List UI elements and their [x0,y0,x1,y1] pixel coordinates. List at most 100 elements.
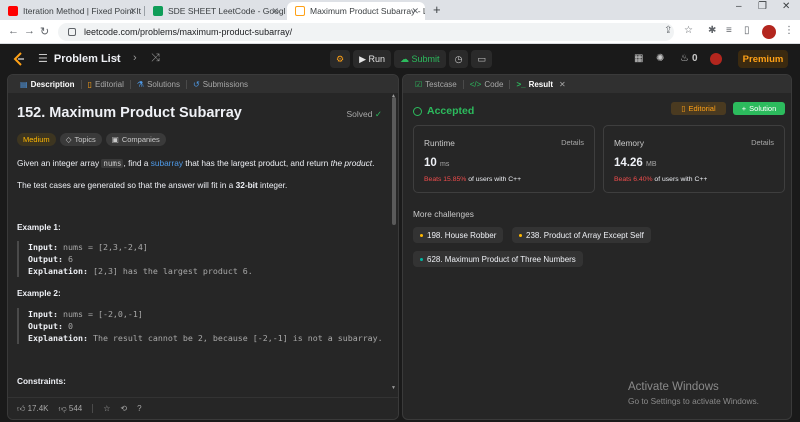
result-tabs: ☑ Testcase </> Code >_ Result ✕ [403,75,791,93]
sidepanel-icon[interactable]: ▯ [744,25,750,36]
like-button[interactable]: 👍︎ 17.4K [17,404,49,414]
tab-editorial[interactable]: ▯ Editorial [82,80,130,89]
media-icon[interactable]: ≡ [726,25,732,36]
new-tab-icon[interactable]: + [433,2,441,17]
close-window-icon[interactable]: ✕ [782,1,790,12]
challenge-chip[interactable]: 628. Maximum Product of Three Numbers [413,251,583,267]
user-avatar[interactable] [710,53,722,65]
minimize-icon[interactable]: – [736,1,742,12]
run-submit-bar: ⚙ ▶ Run ☁ Submit ◷ ▭ [330,50,492,68]
example-2-block: Input: nums = [-2,0,-1] Output: 0 Explan… [17,308,383,344]
debug-button[interactable]: ⚙ [330,50,351,68]
extensions-icon[interactable]: ✱ [708,25,716,36]
close-tab-icon[interactable]: ✕ [411,6,419,17]
tab-label: Code [484,79,504,89]
scroll-down-icon[interactable]: ▼ [391,385,396,391]
streak-fire-icon[interactable]: ♨ [680,53,689,64]
runtime-card[interactable]: Runtime Details 10 ms Beats 15.85% of us… [413,125,595,193]
prev-problem-icon[interactable]: ‹ [115,52,119,64]
editorial-label: Editorial [688,104,716,113]
premium-button[interactable]: Premium [738,50,788,68]
companies-label: Companies [121,135,160,144]
star-icon[interactable]: ☆ [103,404,110,413]
input-label: Input: [28,242,58,252]
constraints-heading: Constraints: [17,376,66,386]
problem-title: 152. Maximum Product Subarray [17,105,242,121]
tab-label: Result [528,79,554,89]
tab-description[interactable]: ▤ Description [14,80,81,89]
browser-menu-icon[interactable]: ⋮ [784,25,794,36]
difficulty-badge[interactable]: Medium [17,133,56,146]
memory-beats-pct: Beats 6.40% [614,176,653,183]
play-icon: ▶ [359,53,366,64]
tab-label: Testcase [425,79,457,89]
share-icon[interactable]: ⇪ [664,25,672,36]
tab-submissions[interactable]: ↺ Submissions [187,80,254,89]
upload-icon: ☁ [400,53,410,64]
topics-tag[interactable]: ◇ Topics [59,133,102,146]
run-label: Run [368,54,386,64]
timer-button[interactable]: ◷ [448,50,469,68]
description-scrollbar[interactable]: ▲ ▼ [391,93,397,393]
tag-icon: ◇ [65,135,72,144]
tab-result[interactable]: >_ Result ✕ [510,80,571,89]
browser-tab-3-active[interactable]: Maximum Product Subarray - Le ✕ [287,2,425,20]
runtime-details-link[interactable]: Details [561,138,584,147]
memory-card[interactable]: Memory Details 14.26 MB Beats 6.40% of u… [603,125,785,193]
solution-label: Solution [749,104,777,113]
close-tab-icon[interactable]: ✕ [129,6,137,17]
input-value: nums = [-2,0,-1] [62,309,143,319]
tab-solutions[interactable]: ⚗ Solutions [131,80,186,89]
thumbs-down-icon: 👎︎ [58,403,67,413]
solution-button[interactable]: + Solution [733,102,785,115]
problem-list-button[interactable]: ☰ Problem List [38,52,121,66]
close-tab-icon[interactable]: ✕ [559,80,566,89]
runtime-unit: ms [440,161,450,168]
help-icon[interactable]: ? [137,404,141,413]
forward-icon[interactable]: → [24,25,35,37]
back-icon[interactable]: ← [8,25,19,37]
editorial-button[interactable]: ▯ Editorial [671,102,726,115]
description-footer: 👍︎ 17.4K 👎︎ 544 ☆ ⟲ ? [8,397,398,419]
memory-label: Memory [614,138,644,148]
scroll-thumb[interactable] [392,97,396,225]
browser-tab-2[interactable]: SDE SHEET LeetCode - Google S ✕ [145,2,285,20]
challenge-label: 628. Maximum Product of Three Numbers [427,254,576,264]
challenge-chip[interactable]: 198. House Robber [413,227,504,243]
dislike-button[interactable]: 👎︎ 544 [59,404,83,414]
shuffle-icon[interactable]: ⤨ [151,52,160,65]
challenge-chip[interactable]: 238. Product of Array Except Self [512,227,651,243]
layout-icon[interactable]: ▦ [634,53,643,64]
memory-beats: Beats 6.40% of users with C++ [614,176,707,183]
challenge-label: 238. Product of Array Except Self [526,230,644,240]
profile-avatar[interactable] [762,25,776,39]
companies-tag[interactable]: ▣ Companies [105,133,166,146]
memory-details-link[interactable]: Details [751,138,774,147]
leetcode-logo-icon[interactable] [13,52,25,66]
url-field[interactable]: leetcode.com/problems/maximum-product-su… [58,23,674,41]
reload-icon[interactable]: ↻ [40,25,49,38]
intro-text-1: Given an integer array [17,158,102,168]
next-problem-icon[interactable]: › [133,52,137,64]
settings-icon[interactable]: ✺ [656,53,664,64]
description-panel: ▤ Description ▯ Editorial ⚗ Solutions ↺ Subm… [7,74,399,420]
intro-text-4: . [372,158,375,168]
browser-tab-1[interactable]: Iteration Method | Fixed Point It ✕ [0,2,143,20]
close-tab-icon[interactable]: ✕ [271,6,279,17]
subarray-link[interactable]: subarray [151,158,183,168]
submit-button[interactable]: ☁ Submit [394,50,446,68]
output-label: Output: [28,321,63,331]
bookmark-star-icon[interactable]: ☆ [684,25,693,36]
editorial-icon: ▯ [87,79,92,89]
share-icon[interactable]: ⟲ [120,404,127,413]
solved-label: Solved [346,109,373,119]
tab-code[interactable]: </> Code [464,80,510,89]
problem-statement: Given an integer array nums, find a suba… [17,157,374,170]
run-button[interactable]: ▶ Run [353,50,392,68]
book-icon: ▯ [681,104,686,113]
notes-button[interactable]: ▭ [471,50,492,68]
tab-testcase[interactable]: ☑ Testcase [409,80,463,89]
runtime-beats-suffix: of users with C++ [466,176,522,183]
maximize-icon[interactable]: ❐ [758,1,767,12]
tab-title: Iteration Method | Fixed Point It [23,6,141,16]
